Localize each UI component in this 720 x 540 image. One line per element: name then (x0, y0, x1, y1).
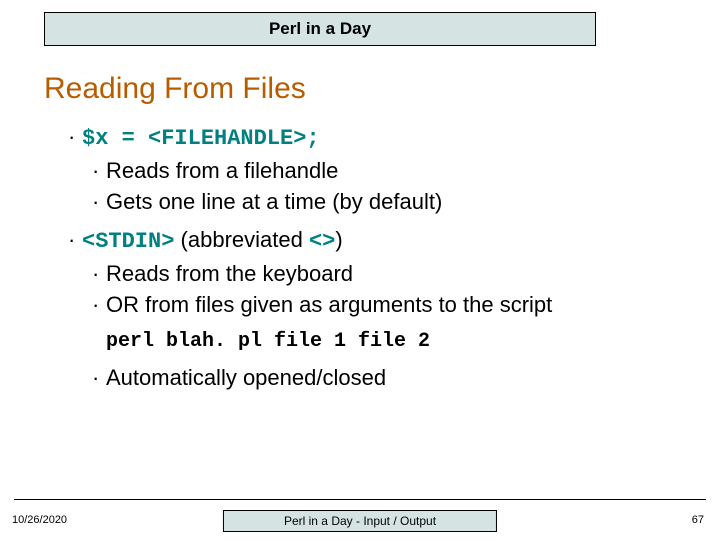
header-title: Perl in a Day (269, 19, 371, 39)
bullet-level1: $x = <FILEHANDLE>; (68, 122, 690, 154)
bullet-level2: Reads from a filehandle (92, 156, 690, 186)
bullet-level2: OR from files given as arguments to the … (92, 290, 690, 320)
footer-center: Perl in a Day - Input / Output (223, 510, 497, 532)
code-snippet: $x = <FILEHANDLE>; (82, 126, 320, 151)
text-fragment: ) (335, 227, 342, 252)
bullet-level1: <STDIN> (abbreviated <>) (68, 225, 690, 257)
footer-page-number: 67 (692, 514, 704, 526)
slide-content: $x = <FILEHANDLE>; Reads from a filehand… (68, 120, 690, 395)
bullet-level2: Automatically opened/closed (92, 363, 690, 393)
code-snippet: <> (309, 229, 335, 254)
code-command: perl blah. pl file 1 file 2 (106, 328, 690, 355)
footer-divider (14, 499, 706, 500)
page-title: Reading From Files (44, 72, 306, 106)
text-fragment: (abbreviated (174, 227, 309, 252)
bullet-level2: Gets one line at a time (by default) (92, 187, 690, 217)
header-box: Perl in a Day (44, 12, 596, 46)
code-snippet: <STDIN> (82, 229, 174, 254)
footer-date: 10/26/2020 (12, 514, 67, 526)
bullet-level2: Reads from the keyboard (92, 259, 690, 289)
